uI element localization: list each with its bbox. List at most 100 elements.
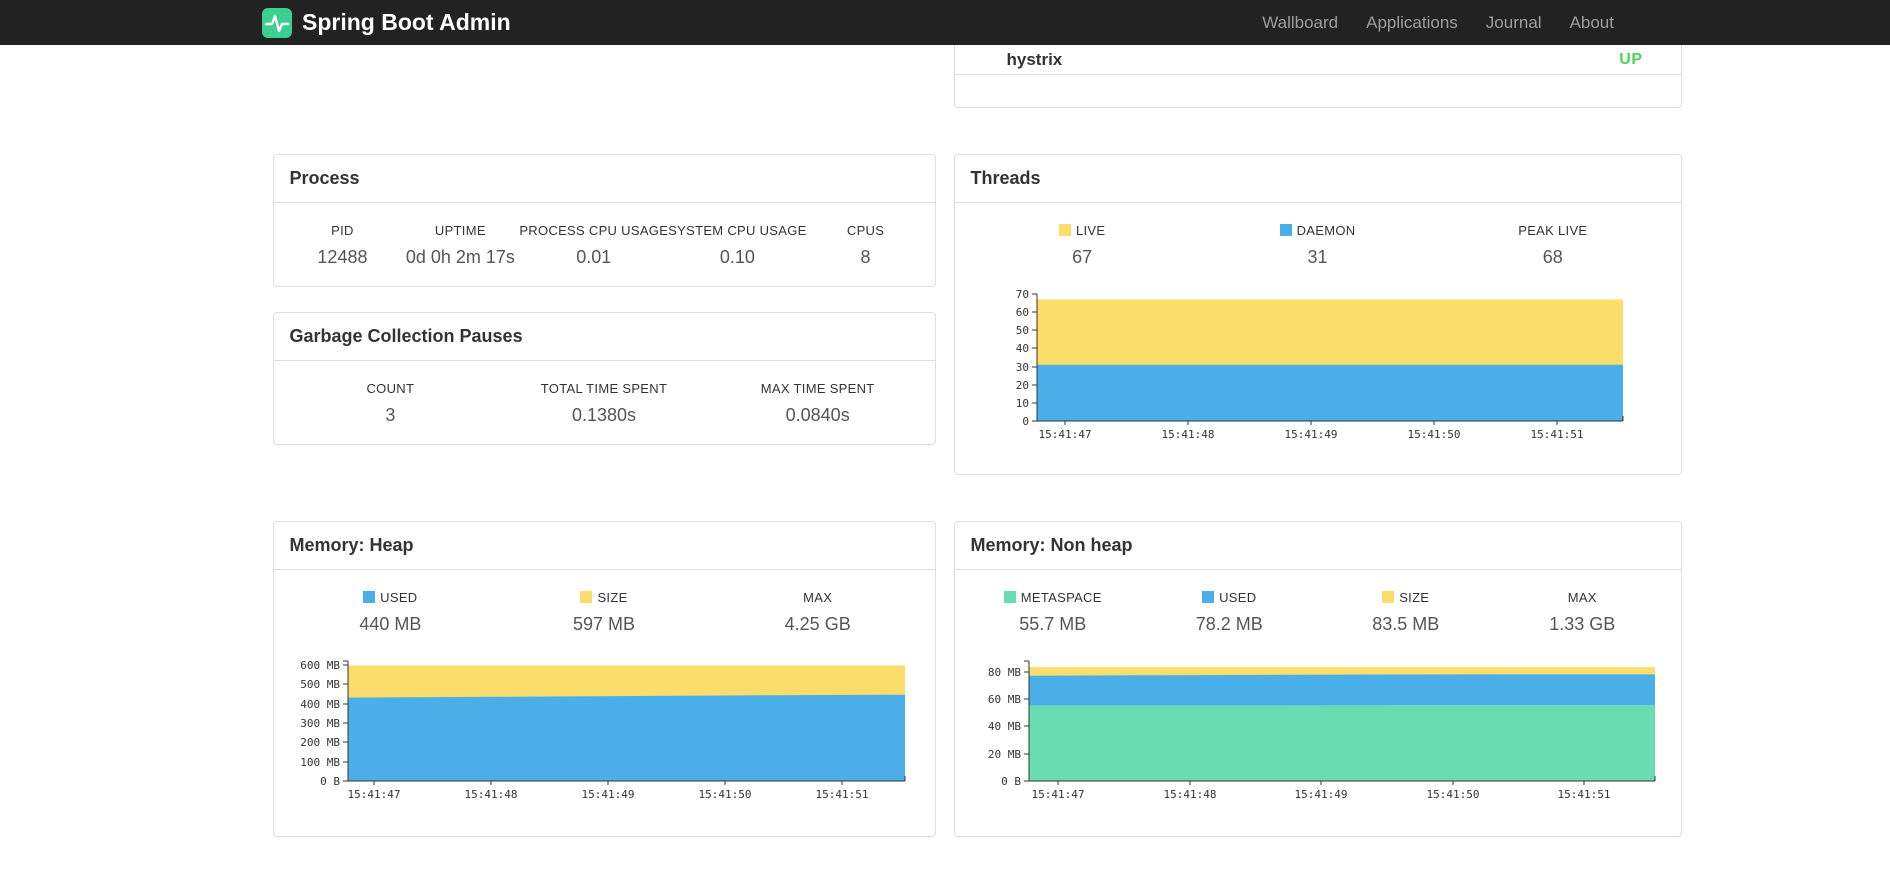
- stat-value: 31: [1307, 247, 1328, 267]
- stat-label: COUNT: [366, 381, 415, 396]
- svg-text:0 B: 0 B: [1001, 775, 1021, 788]
- application-row[interactable]: hystrix UP: [954, 45, 1681, 75]
- stat-value: 597 MB: [572, 614, 636, 634]
- stat-process-cpu-usage: PROCESS CPU USAGE 0.01: [519, 223, 668, 268]
- panel-title: Process: [289, 168, 360, 188]
- stat-value: 4.25 GB: [784, 614, 851, 634]
- stat-system-cpu-usage: SYSTEM CPU USAGE 0.10: [668, 223, 806, 268]
- stat-heap-size: SIZE 597 MB: [497, 590, 711, 635]
- svg-text:15:41:48: 15:41:48: [1161, 428, 1214, 441]
- stat-nonheap-max: MAX 1.33 GB: [1494, 590, 1671, 635]
- svg-text:40 MB: 40 MB: [987, 720, 1020, 733]
- panel-title: Memory: Heap: [289, 535, 414, 555]
- svg-text:10: 10: [1015, 397, 1028, 410]
- stat-label: MAX TIME SPENT: [760, 381, 875, 396]
- svg-text:15:41:51: 15:41:51: [815, 788, 868, 801]
- stat-nonheap-size: SIZE 83.5 MB: [1318, 590, 1495, 635]
- stat-label: LIVE: [1075, 223, 1106, 238]
- svg-text:15:41:50: 15:41:50: [1407, 428, 1460, 441]
- stat-value: 78.2 MB: [1195, 614, 1263, 634]
- process-panel: Process PID 12488 UPTIME 0d 0h 2m 17s PR…: [272, 154, 936, 287]
- panel-title: Garbage Collection Pauses: [289, 326, 523, 346]
- stat-nonheap-metaspace: METASPACE 55.7 MB: [965, 590, 1142, 635]
- nav-item-applications[interactable]: Applications: [1352, 13, 1472, 33]
- stat-value: 0d 0h 2m 17s: [405, 247, 515, 267]
- stat-label: SIZE: [597, 590, 628, 605]
- svg-text:15:41:50: 15:41:50: [1426, 788, 1479, 801]
- svg-text:0: 0: [1022, 415, 1029, 428]
- legend-swatch-used: [1202, 591, 1215, 603]
- svg-text:60: 60: [1015, 306, 1028, 319]
- svg-text:15:41:51: 15:41:51: [1530, 428, 1583, 441]
- nav-item-journal[interactable]: Journal: [1472, 13, 1556, 33]
- svg-text:15:41:47: 15:41:47: [347, 788, 400, 801]
- stat-value: 67: [1072, 247, 1093, 267]
- stat-nonheap-used: USED 78.2 MB: [1141, 590, 1318, 635]
- app-logo-icon: [262, 7, 292, 38]
- legend-swatch-size: [1382, 591, 1395, 603]
- svg-text:600 MB: 600 MB: [300, 659, 340, 672]
- legend-entry: LIVE: [965, 223, 1200, 238]
- stat-cpus: CPUS 8: [807, 223, 925, 268]
- stat-label: METASPACE: [1020, 590, 1102, 605]
- svg-text:20 MB: 20 MB: [987, 748, 1020, 761]
- left-column: Process PID 12488 UPTIME 0d 0h 2m 17s PR…: [272, 154, 936, 475]
- svg-text:200 MB: 200 MB: [300, 736, 340, 749]
- stat-value: 0.1380s: [571, 405, 637, 425]
- svg-text:40: 40: [1015, 342, 1028, 355]
- svg-text:15:41:49: 15:41:49: [1294, 788, 1347, 801]
- stat-value: 1.33 GB: [1549, 614, 1616, 634]
- application-name[interactable]: hystrix: [1007, 50, 1063, 70]
- threads-panel-heading: Threads: [954, 155, 1681, 203]
- threads-chart: 0 10 20 30 40 50 60 70 15:41:47 15:41:48 15:41:49 1…: [955, 286, 1681, 474]
- stat-label: USED: [1219, 590, 1257, 605]
- nav-item-about[interactable]: About: [1556, 13, 1628, 33]
- legend-entry: SIZE: [497, 590, 711, 605]
- legend-entry: DAEMON: [1200, 223, 1435, 238]
- legend-entry: USED: [1141, 590, 1318, 605]
- gc-panel-heading: Garbage Collection Pauses: [273, 313, 935, 361]
- stat-label: TOTAL TIME SPENT: [540, 381, 668, 396]
- nav-item-wallboard[interactable]: Wallboard: [1248, 13, 1352, 33]
- stat-label: MAX: [1567, 590, 1597, 605]
- svg-text:80 MB: 80 MB: [987, 666, 1020, 679]
- svg-text:15:41:51: 15:41:51: [1557, 788, 1610, 801]
- nav-links: Wallboard Applications Journal About: [1248, 0, 1628, 45]
- stat-label: MAX: [803, 590, 833, 605]
- navbar: Spring Boot Admin Wallboard Applications…: [0, 0, 1890, 45]
- stat-label: SYSTEM CPU USAGE: [668, 223, 807, 238]
- threads-panel: Threads LIVE 67 DAEMON 31 PEAK LIVE 68 0…: [953, 154, 1682, 475]
- stat-label: PROCESS CPU USAGE: [519, 223, 669, 238]
- stat-value: 0.0840s: [785, 405, 850, 425]
- panel-title: Threads: [970, 168, 1041, 188]
- stat-label: USED: [380, 590, 418, 605]
- svg-text:15:41:48: 15:41:48: [1163, 788, 1216, 801]
- svg-text:15:41:47: 15:41:47: [1038, 428, 1091, 441]
- brand[interactable]: Spring Boot Admin: [262, 7, 511, 38]
- stat-threads-live: LIVE 67: [965, 223, 1200, 268]
- stat-gc-max-time: MAX TIME SPENT 0.0840s: [711, 381, 925, 426]
- stat-value: 0.10: [719, 247, 755, 267]
- stat-label: PID: [331, 223, 354, 238]
- legend-swatch-used: [363, 591, 376, 603]
- svg-text:300 MB: 300 MB: [300, 717, 340, 730]
- stat-value: 440 MB: [359, 614, 422, 634]
- svg-text:0 B: 0 B: [320, 775, 340, 788]
- process-stats: PID 12488 UPTIME 0d 0h 2m 17s PROCESS CP…: [274, 203, 935, 286]
- stat-label: PEAK LIVE: [1518, 223, 1588, 238]
- svg-text:400 MB: 400 MB: [300, 698, 340, 711]
- stat-value: 68: [1542, 247, 1563, 267]
- stat-label: UPTIME: [434, 223, 486, 238]
- svg-text:15:41:47: 15:41:47: [1031, 788, 1084, 801]
- memory-nonheap-panel: Memory: Non heap METASPACE 55.7 MB USED …: [953, 521, 1682, 837]
- stat-value: 0.01: [576, 247, 612, 267]
- stat-label: SIZE: [1399, 590, 1430, 605]
- svg-text:70: 70: [1015, 288, 1028, 301]
- application-status-badge: UP: [1619, 50, 1643, 68]
- gc-stats: COUNT 3 TOTAL TIME SPENT 0.1380s MAX TIM…: [274, 361, 935, 444]
- stat-value: 83.5 MB: [1372, 614, 1440, 634]
- legend-entry: SIZE: [1318, 590, 1495, 605]
- application-status-panel: hystrix UP: [953, 45, 1682, 108]
- panel-title: Memory: Non heap: [970, 535, 1133, 555]
- stat-heap-max: MAX 4.25 GB: [711, 590, 925, 635]
